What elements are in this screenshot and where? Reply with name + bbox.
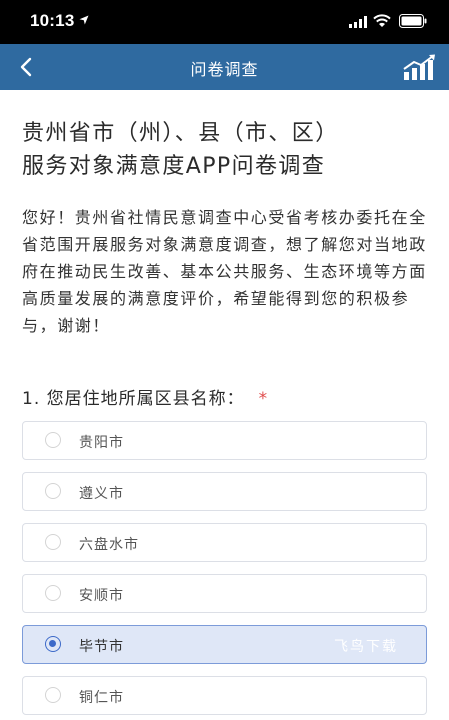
- survey-title: 贵州省市（州）、县（市、区） 服务对象满意度APP问卷调查: [22, 117, 432, 183]
- watermark: 飞鸟下载: [334, 639, 398, 655]
- option-label: 安顺市: [79, 588, 124, 604]
- radio-selected-icon[interactable]: [45, 636, 61, 652]
- nav-bar: 问卷调查: [0, 44, 449, 90]
- survey-title-line2: 服务对象满意度APP问卷调查: [22, 154, 326, 179]
- status-bar: 10:13: [0, 0, 449, 44]
- option-guiyang[interactable]: 贵阳市: [22, 421, 427, 460]
- radio-icon[interactable]: [45, 687, 61, 703]
- option-tongren[interactable]: 铜仁市: [22, 676, 427, 715]
- location-arrow-icon: [79, 15, 89, 25]
- battery-icon: [399, 14, 427, 28]
- page-title: 问卷调查: [190, 60, 259, 79]
- option-label: 遵义市: [79, 486, 124, 502]
- option-zunyi[interactable]: 遵义市: [22, 472, 427, 511]
- option-label: 六盘水市: [79, 537, 139, 553]
- survey-intro: 您好！贵州省社情民意调查中心受省考核办委托在全省范围开展服务对象满意度调查，想了…: [22, 208, 427, 335]
- required-mark: *: [258, 389, 269, 409]
- radio-icon[interactable]: [45, 483, 61, 499]
- radio-icon[interactable]: [45, 585, 61, 601]
- wifi-icon: [373, 14, 391, 27]
- signal-icon: [349, 16, 367, 28]
- radio-icon[interactable]: [45, 432, 61, 448]
- option-label: 毕节市: [79, 639, 124, 655]
- question-text: 1. 您居住地所属区县名称：: [22, 389, 245, 409]
- trend-chart-icon[interactable]: [402, 53, 438, 81]
- survey-title-line1: 贵州省市（州）、县（市、区）: [22, 121, 339, 146]
- option-liupanshui[interactable]: 六盘水市: [22, 523, 427, 562]
- question-title: 1. 您居住地所属区县名称： *: [22, 384, 432, 409]
- option-label: 铜仁市: [79, 690, 124, 706]
- option-anshun[interactable]: 安顺市: [22, 574, 427, 613]
- option-bijie[interactable]: 毕节市 飞鸟下载: [22, 625, 427, 664]
- status-time: 10:13: [30, 11, 75, 30]
- radio-icon[interactable]: [45, 534, 61, 550]
- option-label: 贵阳市: [79, 435, 124, 451]
